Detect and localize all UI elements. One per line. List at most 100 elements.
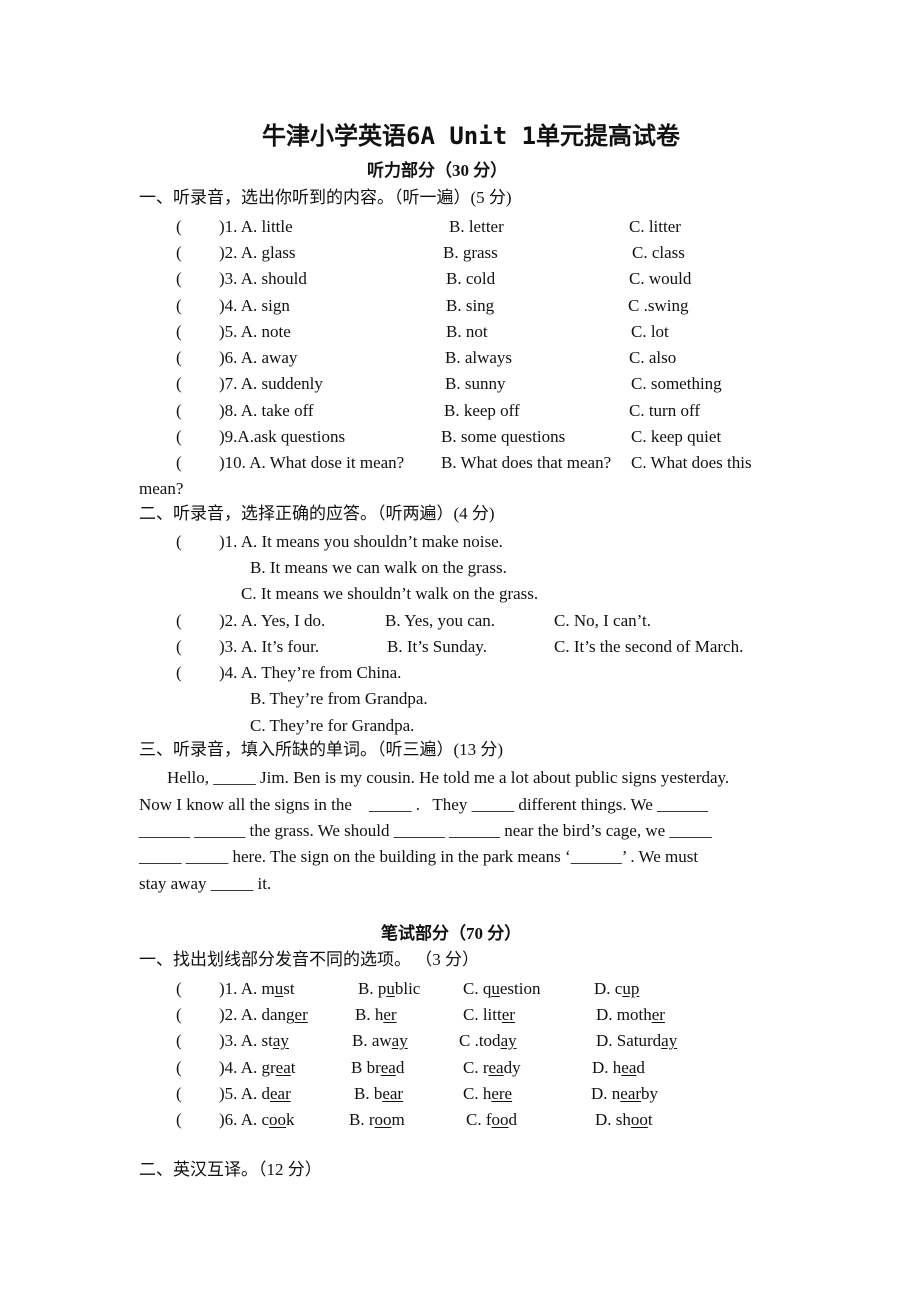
word-segment: st	[261, 1031, 273, 1050]
option-a: )3. A. should	[219, 269, 307, 288]
answer-paren[interactable]: (	[176, 454, 182, 471]
answer-paren[interactable]: (	[176, 402, 182, 419]
option-a: )1. A. little	[219, 217, 293, 236]
option-b: B. What does that mean?	[441, 453, 612, 472]
option-b: B. cold	[446, 269, 496, 288]
written-part2-heading: 二、英汉互译。（12 分）	[139, 1160, 322, 1179]
answer-paren[interactable]: (	[176, 612, 182, 629]
underlined-segment: ear	[620, 1084, 642, 1103]
response-q3-b: B. It’s Sunday.	[387, 637, 487, 656]
answer-paren[interactable]: (	[176, 428, 182, 445]
underlined-segment: ear	[382, 1084, 404, 1103]
word-segment: m	[261, 979, 275, 998]
word-segment: t	[290, 1058, 296, 1077]
option-b: B. sunny	[445, 374, 506, 393]
cloze-line: Hello, _____ Jim. Ben is my cousin. He t…	[167, 768, 730, 787]
option-c: C. would	[629, 269, 692, 288]
word-segment: d	[395, 1058, 405, 1077]
option-b: B. keep off	[444, 401, 520, 420]
option-a: )8. A. take off	[219, 401, 314, 420]
word-segment: D. sh	[595, 1110, 631, 1129]
answer-paren[interactable]: (	[176, 638, 182, 655]
answer-paren[interactable]: (	[176, 1085, 182, 1102]
cloze-line: ______ ______ the grass. We should _____…	[139, 821, 712, 840]
word-segment: D. h	[592, 1058, 622, 1077]
option-a: )2. A. glass	[219, 243, 296, 262]
answer-paren[interactable]: (	[176, 980, 182, 997]
option-d: D. cup	[594, 980, 639, 997]
underlined-segment: er	[651, 1005, 665, 1024]
word-segment: D. c	[594, 979, 623, 998]
option-d: D. nearby	[591, 1085, 658, 1102]
word-segment: C. litt	[463, 1005, 502, 1024]
underlined-segment: er	[294, 1005, 308, 1024]
word-segment: B. r	[349, 1110, 375, 1129]
answer-paren[interactable]: (	[176, 218, 182, 235]
option-b: B. away	[352, 1032, 408, 1049]
underlined-segment: ay	[391, 1031, 408, 1050]
word-segment: C. f	[466, 1110, 492, 1129]
word-segment: by	[641, 1084, 659, 1103]
word-segment: c	[261, 1110, 270, 1129]
listening-section-heading: 听力部分（30 分）	[367, 161, 508, 180]
option-b: B. her	[355, 1006, 397, 1023]
option-b: B. not	[446, 322, 488, 341]
answer-paren[interactable]: (	[176, 323, 182, 340]
word-segment: dy	[503, 1058, 521, 1077]
underlined-segment: ay	[500, 1031, 517, 1050]
underlined-segment: ere	[491, 1084, 513, 1103]
option-c: C. food	[466, 1111, 517, 1128]
word-segment: D. moth	[596, 1005, 652, 1024]
question-number: )2. A.	[219, 1005, 262, 1024]
answer-paren[interactable]: (	[176, 1032, 182, 1049]
response-q1-c: C. It means we shouldn’t walk on the gra…	[241, 584, 539, 603]
underlined-segment: er	[383, 1005, 397, 1024]
underlined-segment: oo	[269, 1110, 287, 1129]
question-number: )6. A.	[219, 1110, 262, 1129]
answer-paren[interactable]: (	[176, 533, 182, 550]
response-q1-b: B. It means we can walk on the grass.	[250, 558, 507, 577]
answer-paren[interactable]: (	[176, 375, 182, 392]
response-q2-b: B. Yes, you can.	[385, 611, 496, 630]
word-segment: d	[261, 1084, 271, 1103]
option-c: C. ready	[463, 1059, 521, 1076]
answer-paren[interactable]: (	[176, 270, 182, 287]
answer-paren[interactable]: (	[176, 244, 182, 261]
option-a: )7. A. suddenly	[219, 374, 323, 393]
listening-part2-heading: 二、听录音，选择正确的应答。（听两遍）(4 分)	[139, 504, 495, 523]
response-q4-a: )4. A. They’re from China.	[219, 663, 402, 682]
option-c: C. What does this	[631, 453, 752, 472]
word-segment: dang	[261, 1005, 295, 1024]
word-segment: k	[286, 1110, 295, 1129]
option-a: )6. A. away	[219, 348, 298, 367]
option-c: C. litter	[463, 1006, 515, 1023]
response-q3-a: )3. A. It’s four.	[219, 637, 320, 656]
answer-paren[interactable]: (	[176, 349, 182, 366]
option-c: C. class	[632, 243, 685, 262]
listening-part3-heading: 三、听录音，填入所缺的单词。（听三遍）(13 分)	[139, 740, 504, 759]
option-d: D. mother	[596, 1006, 665, 1023]
answer-paren[interactable]: (	[176, 1059, 182, 1076]
question-number: )4. A.	[219, 1058, 262, 1077]
word-segment: C. q	[463, 979, 492, 998]
answer-paren[interactable]: (	[176, 664, 182, 681]
option-b: B. some questions	[441, 427, 566, 446]
listening-part1-heading: 一、听录音，选出你听到的内容。（听一遍）(5 分)	[139, 188, 512, 207]
word-segment: m	[391, 1110, 405, 1129]
cloze-line: stay away _____ it.	[139, 874, 272, 893]
word-segment: B. h	[355, 1005, 384, 1024]
option-d: D. head	[592, 1059, 645, 1076]
response-q4-c: C. They’re for Grandpa.	[250, 716, 415, 735]
answer-paren[interactable]: (	[176, 1111, 182, 1128]
answer-paren[interactable]: (	[176, 1006, 182, 1023]
answer-paren[interactable]: (	[176, 297, 182, 314]
option-c: C. question	[463, 980, 540, 997]
option-a: )6. A. cook	[219, 1111, 295, 1128]
underlined-segment: ea	[621, 1058, 637, 1077]
underlined-segment: ea	[380, 1058, 396, 1077]
option-b: B. always	[445, 348, 513, 367]
option-b: B. sing	[446, 296, 495, 315]
page-title: 牛津小学英语6A Unit 1单元提高试卷	[262, 122, 681, 150]
question-number: )1. A.	[219, 979, 262, 998]
underlined-segment: up	[622, 979, 640, 998]
